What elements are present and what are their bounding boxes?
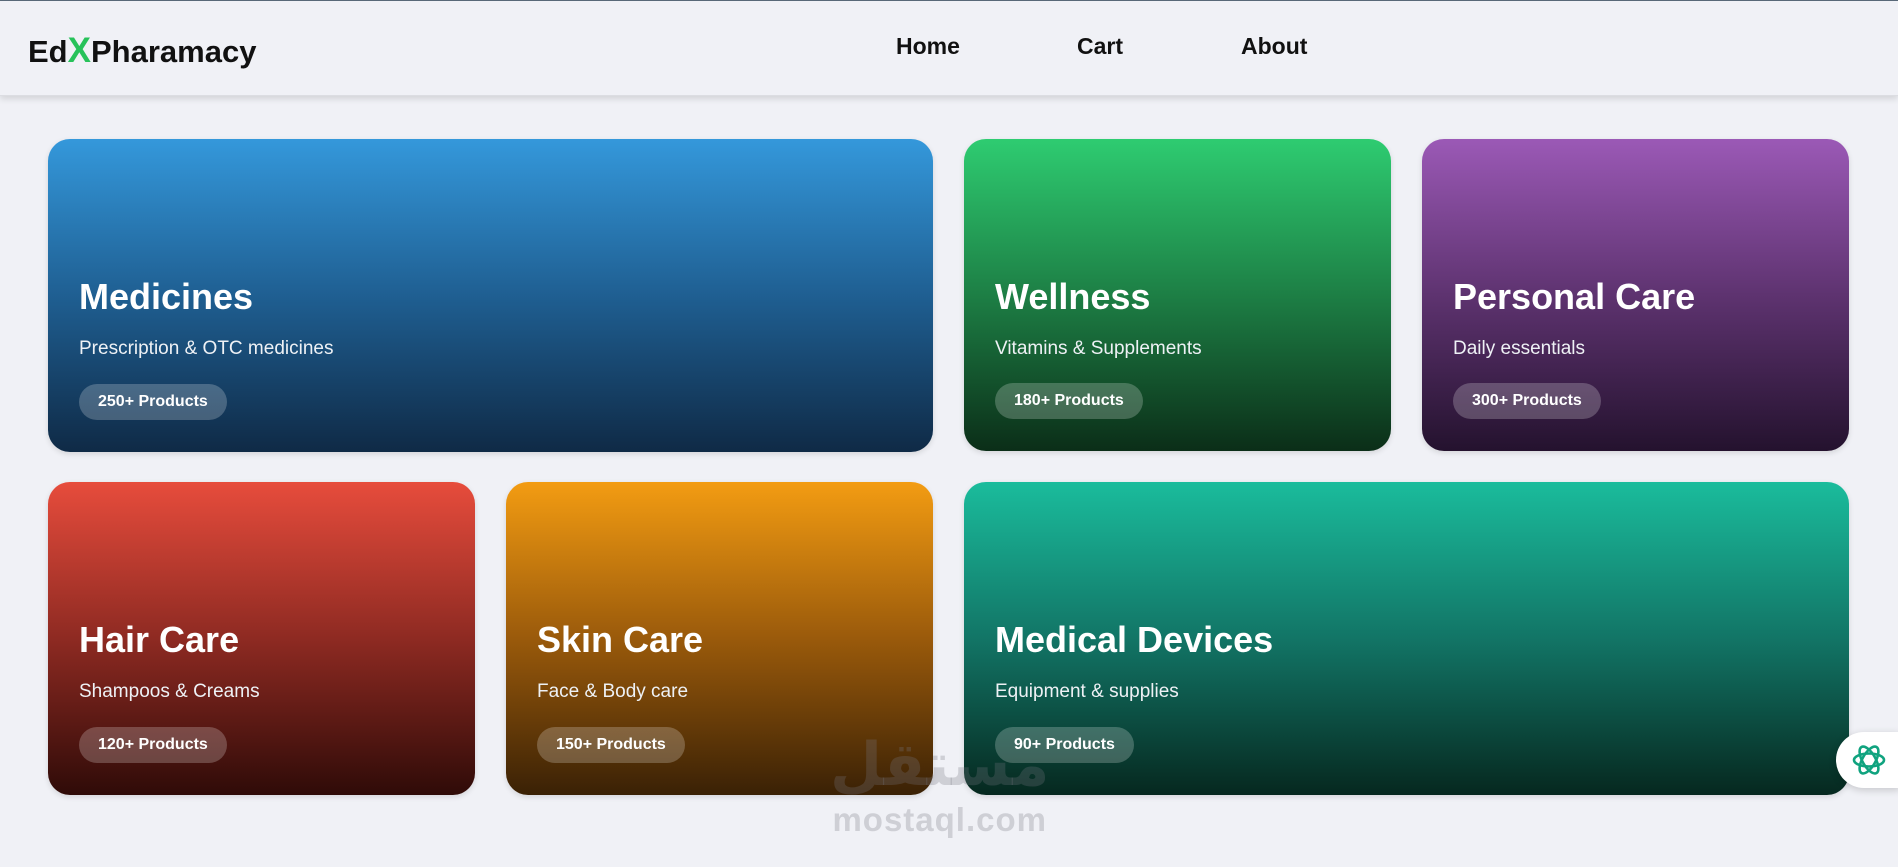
assistant-button[interactable] xyxy=(1836,732,1898,788)
product-count-badge: 90+ Products xyxy=(995,727,1134,763)
category-card-hair-care[interactable]: Hair Care Shampoos & Creams 120+ Product… xyxy=(48,482,475,795)
navbar: EdXPharamacy Home Cart About xyxy=(0,1,1898,96)
watermark-latin: mostaql.com xyxy=(832,801,1047,838)
category-subtitle: Prescription & OTC medicines xyxy=(79,338,334,359)
assistant-logo-icon xyxy=(1852,745,1886,775)
nav-cart-link[interactable]: Cart xyxy=(1077,33,1123,60)
nav-about-link[interactable]: About xyxy=(1241,33,1307,60)
category-card-personal-care[interactable]: Personal Care Daily essentials 300+ Prod… xyxy=(1422,139,1849,451)
category-card-medicines[interactable]: Medicines Prescription & OTC medicines 2… xyxy=(48,139,933,452)
category-title: Hair Care xyxy=(79,619,240,660)
category-card-skin-care[interactable]: Skin Care Face & Body care 150+ Products xyxy=(506,482,933,795)
category-subtitle: Shampoos & Creams xyxy=(79,681,260,702)
category-subtitle: Face & Body care xyxy=(537,681,689,702)
category-title: Wellness xyxy=(995,276,1151,317)
main-nav: Home Cart About xyxy=(0,33,1898,63)
category-subtitle: Daily essentials xyxy=(1453,338,1585,359)
category-title: Skin Care xyxy=(537,619,704,660)
category-title: Medicines xyxy=(79,276,254,317)
category-title: Personal Care xyxy=(1453,276,1696,317)
product-count-badge: 120+ Products xyxy=(79,727,227,763)
category-title: Medical Devices xyxy=(995,619,1274,660)
nav-home-link[interactable]: Home xyxy=(896,33,960,60)
product-count-badge: 250+ Products xyxy=(79,384,227,420)
product-count-badge: 180+ Products xyxy=(995,383,1143,419)
category-card-medical-devices[interactable]: Medical Devices Equipment & supplies 90+… xyxy=(964,482,1849,795)
category-subtitle: Vitamins & Supplements xyxy=(995,338,1202,359)
category-card-wellness[interactable]: Wellness Vitamins & Supplements 180+ Pro… xyxy=(964,139,1391,451)
category-subtitle: Equipment & supplies xyxy=(995,681,1179,702)
product-count-badge: 150+ Products xyxy=(537,727,685,763)
product-count-badge: 300+ Products xyxy=(1453,383,1601,419)
